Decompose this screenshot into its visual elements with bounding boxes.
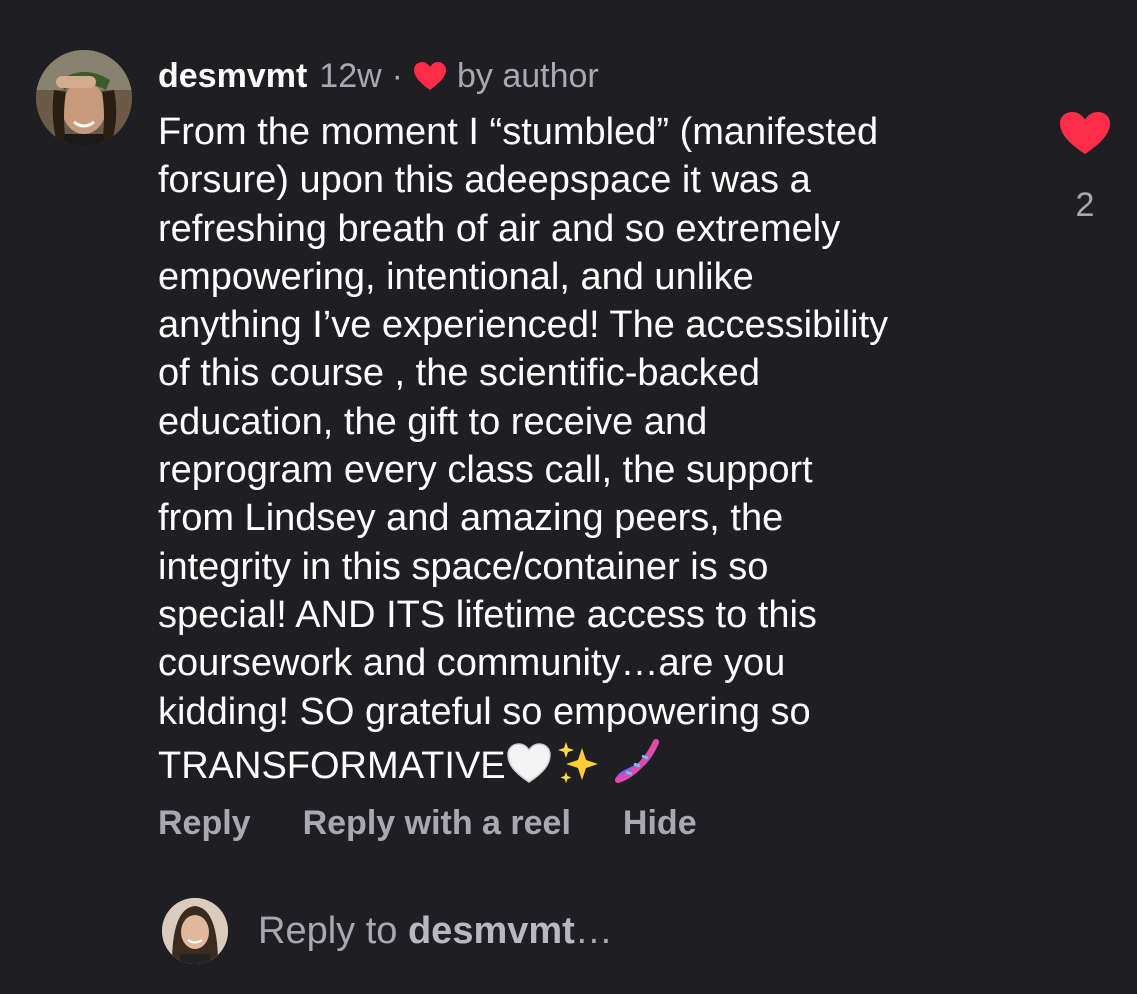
reply-button[interactable]: Reply [158,804,251,843]
comment-line: empowering, intentional, and unlike [158,255,754,298]
like-heart-icon[interactable] [1058,110,1112,156]
comment-line: anything I’ve experienced! The accessibi… [158,304,889,347]
reply-placeholder-prefix: Reply to [258,909,408,952]
comment-line: integrity in this space/container is so [158,545,769,588]
dna-icon [614,738,659,783]
hide-button[interactable]: Hide [623,804,697,843]
comment-line: forsure) upon this adeepspace it was a [158,159,811,202]
comment-header: desmvmt 12w · by author [158,54,599,98]
comment-line: from Lindsey and amazing peers, the [158,497,784,540]
comment-last-line: TRANSFORMATIVE [158,736,1018,790]
comment-line: special! AND ITS lifetime access to this [158,593,817,636]
comment-username[interactable]: desmvmt [158,57,307,96]
liked-by-author-label: by author [456,56,599,95]
comment-line: education, the gift to receive and [158,400,708,443]
reply-placeholder-suffix: … [574,909,613,952]
comment-line: reprogram every class call, the support [158,449,813,492]
reply-composer: Reply to desmvmt… [162,898,613,964]
comment-line: From the moment I “stumbled” (manifested [158,111,879,153]
comment-line: kidding! SO grateful so empowering so [158,690,811,733]
heart-filled-icon [413,62,446,90]
reply-with-reel-button[interactable]: Reply with a reel [303,804,571,843]
reply-input[interactable]: Reply to desmvmt… [258,910,613,953]
comment-line: coursework and community…are you [158,642,786,685]
comment-line: of this course , the scientific-backed [158,352,760,395]
current-user-avatar [162,898,228,964]
reply-placeholder-target: desmvmt [407,909,575,952]
comment-text: From the moment I “stumbled” (manifested… [158,108,1018,790]
like-count: 2 [1075,186,1095,224]
comment-line: TRANSFORMATIVE [158,744,506,787]
sparkles-icon [557,741,598,783]
comment-line: refreshing breath of air and so extremel… [158,207,841,250]
white-heart-icon [506,743,551,783]
comment-actions: Reply Reply with a reel Hide [158,804,749,843]
comment-age: 12w [319,56,382,95]
commenter-avatar[interactable] [36,50,132,146]
meta-separator: · [391,56,403,95]
